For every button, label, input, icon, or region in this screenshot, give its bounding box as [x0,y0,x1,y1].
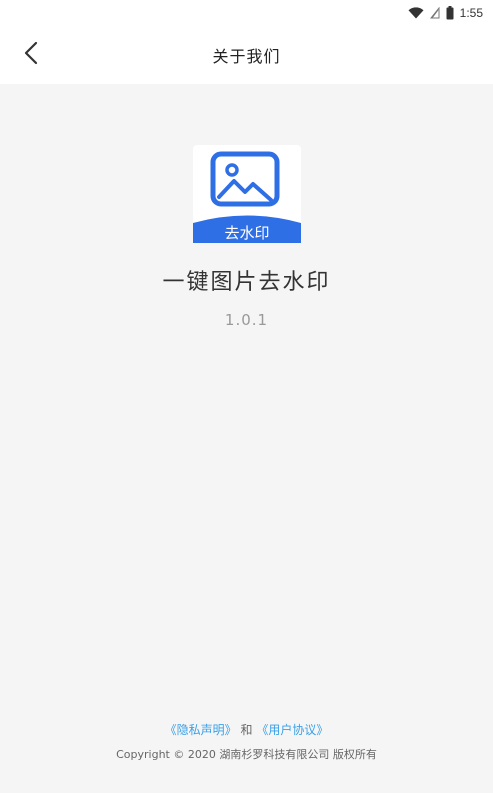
wifi-icon [408,7,424,19]
copyright-text: Copyright © 2020 湖南杉罗科技有限公司 版权所有 [116,748,377,761]
status-icons: 1:55 [408,3,483,23]
logo-badge-text: 去水印 [224,224,269,242]
privacy-policy-link[interactable]: 《隐私声明》 [165,723,237,737]
app-version: 1.0.1 [224,311,269,329]
app-logo: 去水印 [193,145,301,243]
app-name: 一键图片去水印 [162,270,331,295]
signal-icon [429,7,440,19]
status-time: 1:55 [459,6,483,20]
footer-conjunction: 和 [240,723,253,737]
user-agreement-link[interactable]: 《用户协议》 [256,723,328,737]
battery-icon [446,6,454,20]
footer-links: 《隐私声明》 和 《用户协议》 [0,721,493,738]
page-title: 关于我们 [212,47,281,66]
app-header: 关于我们 [0,26,493,84]
status-bar: 1:55 [0,0,493,26]
about-screen: 1:55 关于我们 去水印 一键图片去水印 1.0.1 《隐私声明》 和 《用户… [0,0,493,793]
